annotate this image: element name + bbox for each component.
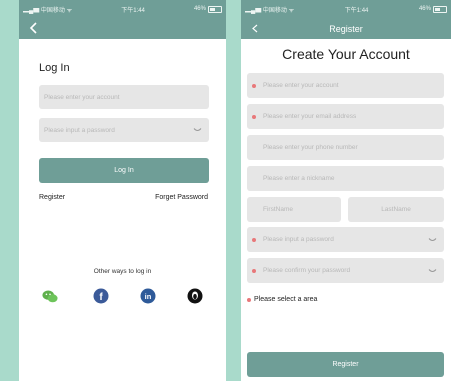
lastname-placeholder: LastName <box>381 206 411 213</box>
register-screen: ▂▄▆ 中国移动 ᯤ 下午1:44 46% Register Create Yo… <box>241 0 451 381</box>
time-label: 下午1:44 <box>121 7 145 14</box>
confirm-password-placeholder: Please confirm your password <box>263 267 351 274</box>
status-bar: ▂▄▆ 中国移动 ᯤ 下午1:44 46% <box>19 0 226 18</box>
eye-toggle-icon[interactable] <box>428 268 437 273</box>
password-placeholder: Please input a password <box>44 126 115 134</box>
password-input[interactable]: Please input a password <box>39 118 209 142</box>
lastname-input[interactable]: LastName <box>348 197 444 222</box>
carrier-label: ▂▄▆ 中国移动 ᯤ <box>245 7 295 14</box>
linkedin-icon[interactable]: in <box>140 288 156 304</box>
nav-title: Register <box>329 23 363 34</box>
account-input[interactable]: Please enter your account <box>39 85 209 109</box>
firstname-input[interactable]: FirstName <box>247 197 341 222</box>
back-button[interactable] <box>247 20 263 36</box>
status-bar: ▂▄▆ 中国移动 ᯤ 下午1:44 46% <box>241 0 451 18</box>
status-right: 46% <box>193 5 222 13</box>
battery-percent: 46% <box>193 6 206 12</box>
svg-text:in: in <box>145 292 152 301</box>
firstname-placeholder: FirstName <box>263 206 293 213</box>
login-button[interactable]: Log In <box>39 158 209 183</box>
password-placeholder: Please input a password <box>263 236 334 243</box>
register-button[interactable]: Register <box>247 352 444 377</box>
phone-input[interactable]: Please enter your phone number <box>247 135 444 160</box>
required-dot <box>252 83 256 88</box>
time-label: 下午1:44 <box>344 7 369 14</box>
status-right: 46% <box>418 5 447 13</box>
phone-placeholder: Please enter your phone number <box>263 144 358 151</box>
login-screen: ▂▄▆ 中国移动 ᯤ 下午1:44 46% Log In Please ente… <box>19 0 226 381</box>
facebook-icon[interactable]: f <box>93 288 109 304</box>
confirm-password-input[interactable]: Please confirm your password <box>247 258 444 283</box>
nav-bar: Register <box>241 18 451 39</box>
forget-password-link[interactable]: Forget Password <box>155 194 208 201</box>
account-placeholder: Please enter your account <box>44 93 120 101</box>
back-button[interactable] <box>25 20 41 36</box>
required-dot <box>252 268 256 273</box>
area-label: Please select a area <box>254 296 318 303</box>
chevron-left-icon <box>252 24 258 32</box>
battery-percent: 46% <box>418 6 431 12</box>
email-input[interactable]: Please enter your email address <box>247 104 444 129</box>
page-title: Log In <box>39 62 70 74</box>
eye-toggle-icon[interactable] <box>193 128 202 133</box>
email-placeholder: Please enter your email address <box>263 113 357 120</box>
required-dot <box>252 114 256 119</box>
wechat-icon[interactable] <box>42 288 58 304</box>
nickname-input[interactable]: Please enter a nickname <box>247 166 444 191</box>
other-ways-label: Other ways to log in <box>93 268 152 275</box>
battery-icon <box>207 5 222 13</box>
password-input[interactable]: Please input a password <box>247 227 444 252</box>
eye-toggle-icon[interactable] <box>428 237 437 242</box>
register-link[interactable]: Register <box>39 194 65 201</box>
account-input[interactable]: Please enter your account <box>247 73 444 98</box>
nickname-placeholder: Please enter a nickname <box>263 175 335 182</box>
chevron-left-icon <box>29 22 37 34</box>
account-placeholder: Please enter your account <box>263 82 339 89</box>
nav-bar <box>19 18 226 39</box>
required-dot <box>252 237 256 242</box>
page-title: Create Your Account <box>282 46 410 62</box>
battery-icon <box>432 5 447 13</box>
area-select[interactable]: Please select a area <box>247 296 317 303</box>
qq-icon[interactable] <box>187 288 203 304</box>
carrier-label: ▂▄▆ 中国移动 ᯤ <box>23 7 73 14</box>
required-dot <box>247 297 251 302</box>
